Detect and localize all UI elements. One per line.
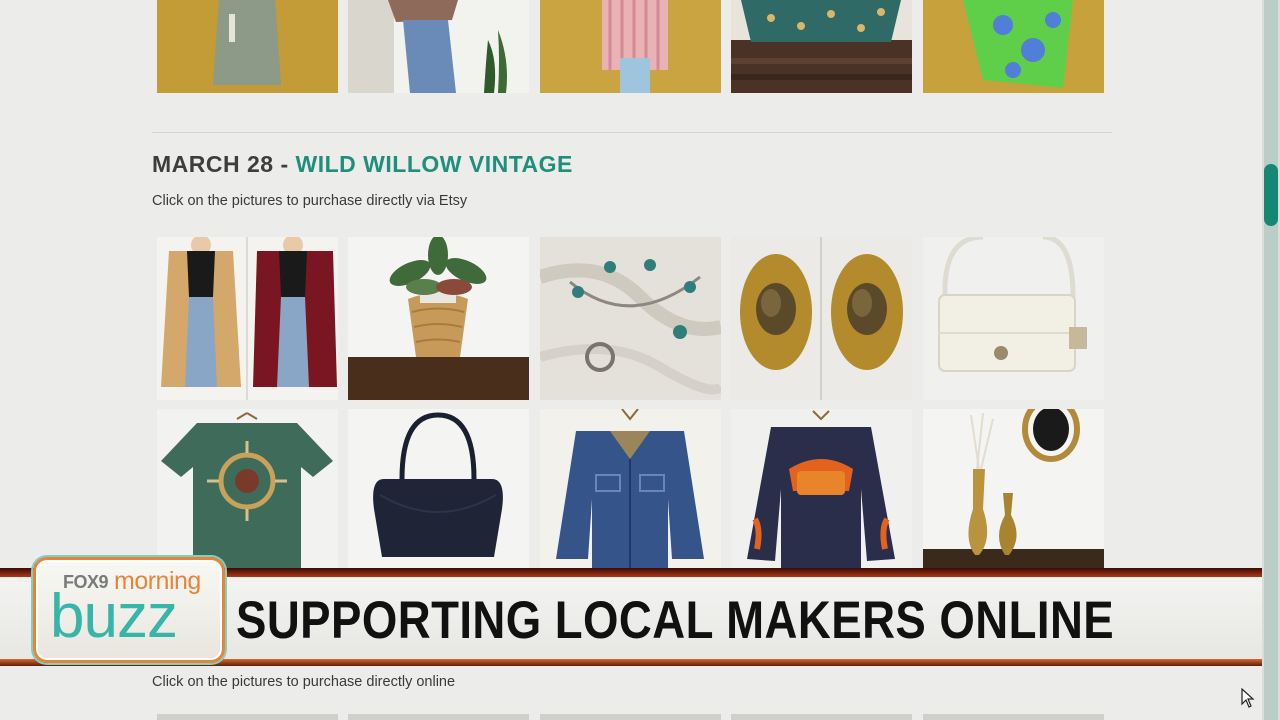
product-thumb-peek[interactable] [923,714,1104,720]
product-thumb-brass-vases[interactable] [923,409,1104,569]
product-thumb-peek[interactable] [731,714,912,720]
product-thumb-floral-jacket[interactable] [348,0,529,93]
product-thumb-peek[interactable] [157,714,338,720]
product-thumb-denim-jacket[interactable] [540,409,721,569]
mouse-cursor-icon [1241,688,1255,708]
product-thumb-peek[interactable] [540,714,721,720]
product-thumb-floral-skirt[interactable] [157,0,338,93]
product-thumb-trench-coats[interactable] [157,237,338,400]
morning-buzz-logo: FOX9 morning buzz [33,557,225,663]
next-purchase-instruction: Click on the pictures to purchase direct… [152,674,456,690]
product-thumb-brass-mirrors[interactable] [731,237,912,400]
product-thumb-harley-longsleeve[interactable] [731,409,912,569]
product-thumb-cream-handbag[interactable] [923,237,1104,400]
shop-name-link[interactable]: WILD WILLOW VINTAGE [296,151,573,177]
product-thumb-peek[interactable] [348,714,529,720]
section-divider [152,132,1112,133]
heading-separator: - [273,151,296,177]
lower-third-headline: SUPPORTING LOCAL MAKERS ONLINE [236,591,1115,650]
product-thumb-black-purse[interactable] [348,409,529,569]
purchase-instruction: Click on the pictures to purchase direct… [152,193,468,209]
product-thumb-green-scarf[interactable] [923,0,1104,93]
section-heading: MARCH 28 - WILD WILLOW VINTAGE [152,151,573,178]
product-thumb-wicker-plant-stand[interactable] [348,237,529,400]
scrollbar-rail [1264,0,1278,720]
product-thumb-striped-shirt[interactable] [540,0,721,93]
product-thumb-charm-bracelet[interactable] [540,237,721,400]
scrollbar-thumb[interactable] [1264,164,1278,226]
product-thumb-beaded-box[interactable] [731,0,912,93]
product-thumb-green-tshirt[interactable] [157,409,338,569]
section-date: MARCH 28 [152,151,274,177]
page: MARCH 28 - WILD WILLOW VINTAGE Click on … [0,0,1280,720]
logo-word-buzz: buzz [50,582,178,651]
